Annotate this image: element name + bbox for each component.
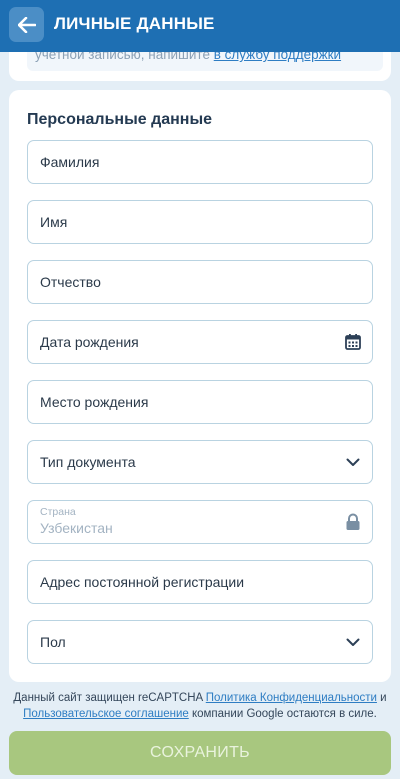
birth-place-placeholder: Место рождения [40, 394, 149, 410]
terms-link[interactable]: Пользовательское соглашение [23, 708, 189, 720]
app-header: ЛИЧНЫЕ ДАННЫЕ [0, 0, 400, 52]
patronymic-field[interactable]: Отчество [27, 260, 373, 304]
chevron-down-icon [346, 638, 360, 646]
birth-date-placeholder: Дата рождения [40, 334, 139, 350]
country-value: Узбекистан [40, 520, 113, 536]
lock-icon [346, 513, 360, 530]
recaptcha-text-3: компании Google остаются в силе. [188, 708, 377, 720]
notice-card: учетной записью, напишите в службу подде… [9, 52, 391, 81]
address-field[interactable]: Адрес постоянной регистрации [27, 560, 373, 604]
page-title: ЛИЧНЫЕ ДАННЫЕ [54, 14, 215, 33]
last-name-field[interactable]: Фамилия [27, 140, 373, 184]
address-placeholder: Адрес постоянной регистрации [40, 574, 245, 590]
birth-date-field[interactable]: Дата рождения [27, 320, 373, 364]
calendar-icon[interactable] [344, 333, 362, 351]
save-button[interactable]: СОХРАНИТЬ [9, 731, 391, 775]
document-type-placeholder: Тип документа [40, 454, 136, 470]
recaptcha-text-1: Данный сайт защищен reCAPTCHA [13, 692, 206, 704]
country-field: Страна Узбекистан [27, 500, 373, 544]
section-title: Персональные данные [27, 111, 213, 128]
patronymic-placeholder: Отчество [40, 274, 101, 290]
last-name-placeholder: Фамилия [40, 154, 100, 170]
first-name-field[interactable]: Имя [27, 200, 373, 244]
arrow-left-icon [17, 16, 36, 33]
gender-select[interactable]: Пол [27, 620, 373, 664]
back-button[interactable] [9, 7, 44, 42]
notice-text: учетной записью, напишите [35, 52, 214, 62]
recaptcha-text-2: и [376, 692, 387, 704]
support-notice: учетной записью, напишите в службу подде… [27, 52, 383, 71]
support-link[interactable]: в службу поддержки [214, 52, 341, 62]
first-name-placeholder: Имя [40, 214, 68, 230]
recaptcha-notice: Данный сайт защищен reCAPTCHA Политика К… [12, 690, 388, 722]
chevron-down-icon [346, 458, 360, 466]
birth-place-field[interactable]: Место рождения [27, 380, 373, 424]
country-label: Страна [40, 506, 76, 518]
privacy-policy-link[interactable]: Политика Конфиденциальности [206, 692, 377, 704]
document-type-select[interactable]: Тип документа [27, 440, 373, 484]
gender-placeholder: Пол [40, 634, 66, 650]
